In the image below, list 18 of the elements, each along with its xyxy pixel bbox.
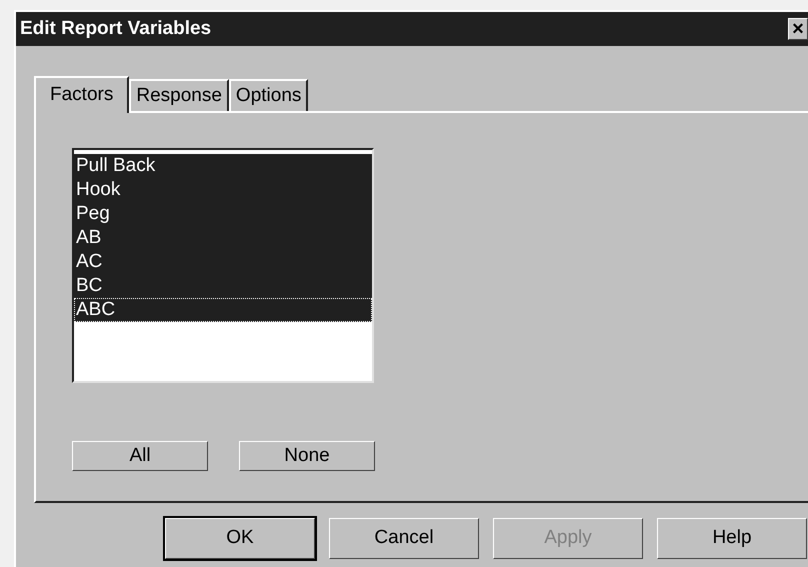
factors-listbox[interactable]: Pull Back Hook Peg AB AC BC ABC	[72, 148, 374, 383]
tab[interactable]: Response	[129, 79, 229, 111]
list-item[interactable]: Peg	[74, 202, 372, 226]
list-item[interactable]: AB	[74, 226, 372, 250]
tab[interactable]: Factors	[34, 76, 130, 113]
dialog-button[interactable]: OK	[165, 518, 315, 559]
select-button[interactable]: All	[72, 441, 208, 471]
dialog-button[interactable]: Cancel	[329, 518, 479, 559]
tab[interactable]: Options	[228, 79, 308, 111]
list-item[interactable]: Hook	[74, 178, 372, 202]
list-item[interactable]: Pull Back	[74, 154, 372, 178]
window-title: Edit Report Variables	[20, 16, 212, 41]
close-button[interactable]: ×	[788, 18, 808, 40]
select-button[interactable]: None	[239, 441, 375, 471]
list-item[interactable]: AC	[74, 250, 372, 274]
list-item[interactable]: ABC	[74, 298, 372, 322]
list-item[interactable]: BC	[74, 274, 372, 298]
dialog-button[interactable]: Help	[657, 518, 807, 559]
